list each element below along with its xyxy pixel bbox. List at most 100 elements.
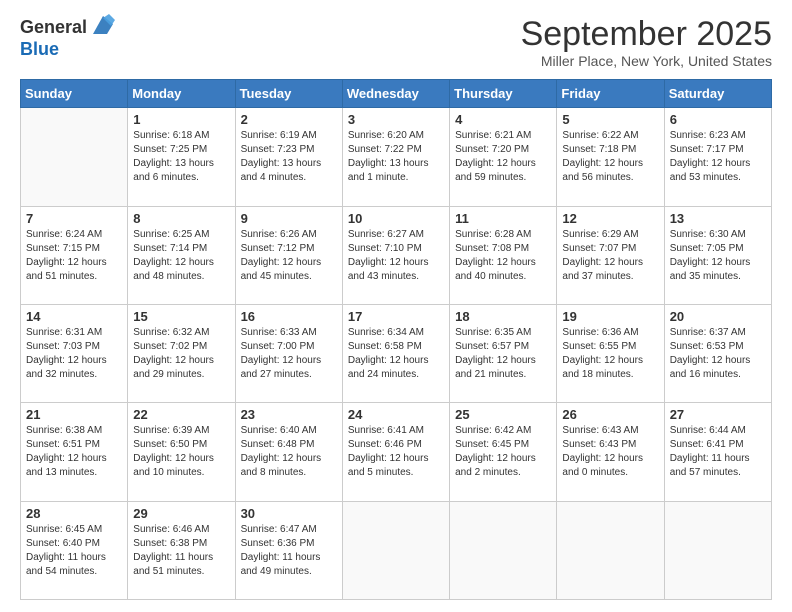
day-number: 25 <box>455 407 551 422</box>
cell-content: Sunrise: 6:27 AMSunset: 7:10 PMDaylight:… <box>348 228 444 284</box>
page: General Blue September 2025 Miller Place… <box>0 0 792 612</box>
cell-content: Sunrise: 6:33 AMSunset: 7:00 PMDaylight:… <box>241 326 337 382</box>
cell-content: Sunrise: 6:31 AMSunset: 7:03 PMDaylight:… <box>26 326 122 382</box>
calendar-cell: 23 Sunrise: 6:40 AMSunset: 6:48 PMDayligh… <box>235 403 342 501</box>
cell-content: Sunrise: 6:43 AMSunset: 6:43 PMDaylight:… <box>562 424 658 480</box>
logo-blue-text: Blue <box>20 39 59 59</box>
day-header-saturday: Saturday <box>664 80 771 108</box>
cell-line: and 40 minutes. <box>455 271 526 282</box>
day-number: 28 <box>26 506 122 521</box>
cell-content: Sunrise: 6:38 AMSunset: 6:51 PMDaylight:… <box>26 424 122 480</box>
calendar-cell: 4Sunrise: 6:21 AMSunset: 7:20 PMDaylight… <box>450 108 557 206</box>
cell-content: Sunrise: 6:40 AMSunset: 6:48 PMDaylight:… <box>241 424 337 480</box>
cell-line: Daylight: 12 hours <box>562 158 643 169</box>
calendar-week-row: 21Sunrise: 6:38 AMSunset: 6:51 PMDayligh… <box>21 403 772 501</box>
cell-line: Daylight: 12 hours <box>348 355 429 366</box>
cell-line: Sunrise: 6:45 AM <box>26 524 102 535</box>
cell-line: Sunset: 7:18 PM <box>562 144 636 155</box>
calendar-cell: 17 Sunrise: 6:34 AM Sunset: 6:58 PM Dayligh… <box>342 305 449 403</box>
cell-line: Sunrise: 6:19 AM <box>241 130 317 141</box>
cell-line: Daylight: 12 hours <box>348 453 429 464</box>
calendar-cell: 20Sunrise: 6:37 AMSunset: 6:53 PMDayligh… <box>664 305 771 403</box>
header: General Blue September 2025 Miller Place… <box>20 16 772 69</box>
cell-line: Sunrise: 6:40 AM <box>241 425 317 436</box>
day-number: 13 <box>670 211 766 226</box>
cell-line: and 57 minutes. <box>670 467 741 478</box>
cell-line: Sunset: 7:14 PM <box>133 243 207 254</box>
cell-line: and 35 minutes. <box>670 271 741 282</box>
cell-line: and 10 minutes. <box>133 467 204 478</box>
day-number: 6 <box>670 112 766 127</box>
calendar-cell: 22Sunrise: 6:39 AMSunset: 6:50 PMDayligh… <box>128 403 235 501</box>
day-number: 17 <box>348 309 444 324</box>
day-number: 8 <box>133 211 229 226</box>
cell-content: Sunrise: 6:35 AMSunset: 6:57 PMDaylight:… <box>455 326 551 382</box>
cell-line: Sunset: 6:40 PM <box>26 538 100 549</box>
cell-content: Sunrise: 6:47 AMSunset: 6:36 PMDaylight:… <box>241 523 337 579</box>
cell-line: Sunrise: 6:31 AM <box>26 327 102 338</box>
day-header-thursday: Thursday <box>450 80 557 108</box>
cell-line: Daylight: 12 hours <box>348 257 429 268</box>
calendar-cell: 6Sunrise: 6:23 AMSunset: 7:17 PMDaylight… <box>664 108 771 206</box>
cell-line: Sunrise: 6:41 AM <box>348 425 424 436</box>
cell-content: Sunrise: 6:44 AMSunset: 6:41 PMDaylight:… <box>670 424 766 480</box>
cell-line: and 6 minutes. <box>133 172 199 183</box>
cell-line: and 0 minutes. <box>562 467 628 478</box>
cell-line: Sunrise: 6:36 AM <box>562 327 638 338</box>
cell-line: Daylight: 11 hours <box>133 552 213 563</box>
day-number: 19 <box>562 309 658 324</box>
calendar-cell: 3Sunrise: 6:20 AMSunset: 7:22 PMDaylight… <box>342 108 449 206</box>
day-number: 5 <box>562 112 658 127</box>
cell-line: Sunrise: 6:21 AM <box>455 130 531 141</box>
cell-line: and 18 minutes. <box>562 369 633 380</box>
cell-line: Sunset: 6:55 PM <box>562 341 636 352</box>
cell-line: Daylight: 12 hours <box>455 158 536 169</box>
cell-line: and 53 minutes. <box>670 172 741 183</box>
cell-line: and 43 minutes. <box>348 271 419 282</box>
cell-line: Daylight: 13 hours <box>348 158 429 169</box>
cell-line: Sunset: 6:50 PM <box>133 439 207 450</box>
cell-line: Sunrise: 6:44 AM <box>670 425 746 436</box>
calendar-cell <box>342 501 449 599</box>
cell-line: Sunset: 6:53 PM <box>670 341 744 352</box>
cell-line: Sunset: 7:05 PM <box>670 243 744 254</box>
cell-line: Sunset: 7:15 PM <box>26 243 100 254</box>
cell-line: Daylight: 12 hours <box>241 355 322 366</box>
cell-line: Daylight: 12 hours <box>26 257 107 268</box>
calendar-cell: 15Sunrise: 6:32 AMSunset: 7:02 PMDayligh… <box>128 305 235 403</box>
calendar-cell <box>450 501 557 599</box>
cell-line: and 16 minutes. <box>670 369 741 380</box>
cell-line: Daylight: 12 hours <box>133 257 214 268</box>
cell-line: Daylight: 11 hours <box>241 552 321 563</box>
calendar-cell <box>664 501 771 599</box>
cell-line: and 48 minutes. <box>133 271 204 282</box>
calendar-cell: 12Sunrise: 6:29 AMSunset: 7:07 PMDayligh… <box>557 206 664 304</box>
calendar-cell <box>21 108 128 206</box>
cell-line: Sunrise: 6:28 AM <box>455 229 531 240</box>
cell-line: and 51 minutes. <box>26 271 97 282</box>
cell-line: and 21 minutes. <box>455 369 526 380</box>
cell-content: Sunrise: 6:46 AMSunset: 6:38 PMDaylight:… <box>133 523 229 579</box>
cell-content: Sunrise: 6:41 AMSunset: 6:46 PMDaylight:… <box>348 424 444 480</box>
cell-content: Sunrise: 6:26 AMSunset: 7:12 PMDaylight:… <box>241 228 337 284</box>
title-block: September 2025 Miller Place, New York, U… <box>521 16 772 69</box>
cell-line: Daylight: 11 hours <box>670 453 750 464</box>
day-number: 24 <box>348 407 444 422</box>
calendar-cell: 13Sunrise: 6:30 AMSunset: 7:05 PMDayligh… <box>664 206 771 304</box>
cell-line: Sunset: 7:17 PM <box>670 144 744 155</box>
cell-line: Sunset: 7:25 PM <box>133 144 207 155</box>
day-number: 23 <box>241 407 337 422</box>
cell-content: Sunrise: 6:45 AMSunset: 6:40 PMDaylight:… <box>26 523 122 579</box>
day-number: 22 <box>133 407 229 422</box>
day-number: 16 <box>241 309 337 324</box>
day-number: 29 <box>133 506 229 521</box>
day-number: 27 <box>670 407 766 422</box>
cell-line: Sunrise: 6:34 AM <box>348 327 424 338</box>
day-number: 12 <box>562 211 658 226</box>
logo-text: General <box>20 18 87 38</box>
calendar-cell: 29 Sunrise: 6:46 AMSunset: 6:38 PMDayligh… <box>128 501 235 599</box>
cell-line: Sunrise: 6:18 AM <box>133 130 209 141</box>
cell-content: Sunrise: 6:24 AMSunset: 7:15 PMDaylight:… <box>26 228 122 284</box>
cell-line: Sunset: 7:08 PM <box>455 243 529 254</box>
cell-line: Sunset: 6:58 PM <box>348 341 422 352</box>
